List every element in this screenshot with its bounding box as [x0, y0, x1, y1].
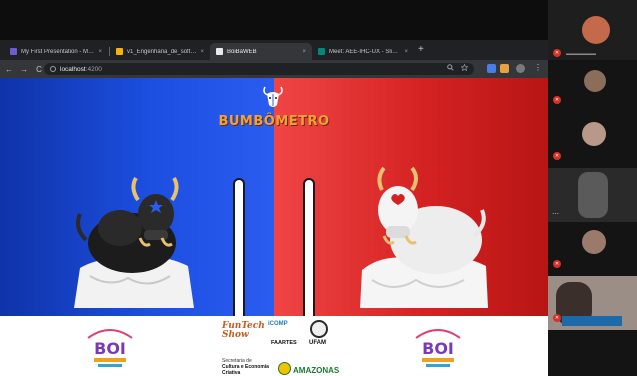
tab-meet[interactable]: Meet: AEE-IHC-UX - Slinc... × — [312, 43, 414, 60]
participant-video — [578, 172, 608, 218]
festival-logo-right: BOI — [415, 329, 461, 367]
close-icon[interactable]: × — [404, 49, 408, 55]
star-icon[interactable] — [461, 64, 468, 71]
tab-boibaweb[interactable]: BoiBaWEB × — [210, 43, 312, 60]
page-title: BUMBÔMETRO — [218, 114, 330, 129]
funtech-logo: FunTech Show — [222, 321, 265, 340]
page-content: BUMBÔMETRO BOI BOI FunTech Show iCOMP FA… — [0, 78, 548, 376]
participant-video-tile[interactable]: ⋯ — [548, 168, 637, 222]
mic-off-icon: ✕ — [553, 49, 561, 57]
browser-toolbar: ← → C localhost:4200 ⋮ — [0, 60, 548, 78]
extension-icon[interactable] — [500, 64, 509, 73]
tab-strip: My First Presentation - Mentimeter × v1_… — [0, 40, 548, 60]
white-bull-icon — [360, 166, 488, 308]
forward-button[interactable]: → — [18, 65, 30, 74]
bull-head-logo-icon — [263, 86, 283, 107]
mic-off-icon: ✕ — [553, 152, 561, 160]
mic-off-icon: ✕ — [553, 260, 561, 268]
new-tab-button[interactable]: + — [418, 44, 424, 56]
url-text: localhost:4200 — [60, 65, 102, 73]
extension-icon[interactable] — [487, 64, 496, 73]
participant-row[interactable]: ✕ — [548, 120, 637, 160]
black-bull-icon — [74, 176, 194, 308]
close-icon[interactable]: × — [302, 49, 306, 55]
mentimeter-favicon-icon — [10, 48, 17, 55]
icomp-logo: iCOMP — [268, 321, 288, 327]
tab-label: v1_Engenharia_de_software_... — [127, 48, 196, 55]
left-meter — [233, 178, 245, 328]
amazonas-logo: AMAZONAS — [293, 366, 340, 375]
close-icon[interactable]: × — [98, 49, 102, 55]
participant-video-tile[interactable]: ✕ — [548, 276, 637, 330]
meet-favicon-icon — [318, 48, 325, 55]
slides-favicon-icon — [116, 48, 123, 55]
mic-off-icon: ✕ — [553, 96, 561, 104]
faartes-logo: FAARTES — [271, 340, 297, 346]
meet-participants-panel: ✕ ▬▬▬▬▬▬ ✕ ✕ ⋯ ✕ ✕ — [548, 0, 637, 376]
angular-favicon-icon — [216, 48, 223, 55]
tab-label: My First Presentation - Mentimeter — [21, 48, 95, 55]
participant-avatar — [582, 16, 610, 44]
screen: My First Presentation - Mentimeter × v1_… — [0, 0, 637, 376]
browser-window: My First Presentation - Mentimeter × v1_… — [0, 40, 548, 376]
back-button[interactable]: ← — [3, 65, 15, 74]
participant-row[interactable]: ✕ — [548, 228, 637, 268]
participant-row[interactable]: ✕ ▬▬▬▬▬▬ — [548, 44, 637, 66]
more-options-icon[interactable]: ⋯ — [552, 210, 559, 218]
festival-logo-text: BOI — [94, 339, 126, 358]
site-info-icon[interactable] — [50, 66, 56, 72]
search-icon[interactable] — [447, 64, 454, 71]
participant-avatar — [582, 230, 606, 254]
amazonas-crest-icon — [278, 362, 291, 375]
address-bar[interactable]: localhost:4200 — [44, 63, 474, 75]
participant-avatar — [584, 70, 606, 92]
right-meter — [303, 178, 315, 328]
participant-name: ▬▬▬▬▬▬ — [566, 51, 596, 57]
tab-label: Meet: AEE-IHC-UX - Slinc... — [329, 48, 401, 55]
profile-avatar[interactable] — [516, 64, 525, 73]
participant-avatar — [582, 122, 606, 146]
festival-logo-text: BOI — [422, 339, 454, 358]
tab-engenharia[interactable]: v1_Engenharia_de_software_... × — [110, 43, 210, 60]
omnibox-actions — [447, 64, 468, 71]
browser-menu-icon[interactable]: ⋮ — [534, 63, 542, 72]
tab-mentimeter[interactable]: My First Presentation - Mentimeter × — [4, 43, 108, 60]
festival-logo-left: BOI — [87, 329, 133, 367]
close-icon[interactable]: × — [200, 49, 204, 55]
participant-video-shirt — [562, 316, 622, 326]
participant-row[interactable]: ✕ — [548, 68, 637, 108]
mic-off-icon: ✕ — [553, 314, 561, 322]
tab-label: BoiBaWEB — [227, 48, 257, 55]
ufam-seal-icon — [310, 320, 328, 338]
secretaria-cultura-logo: Secretaria de Cultura e Economia Criativ… — [222, 358, 269, 376]
ufam-logo: UFAM — [309, 340, 326, 346]
